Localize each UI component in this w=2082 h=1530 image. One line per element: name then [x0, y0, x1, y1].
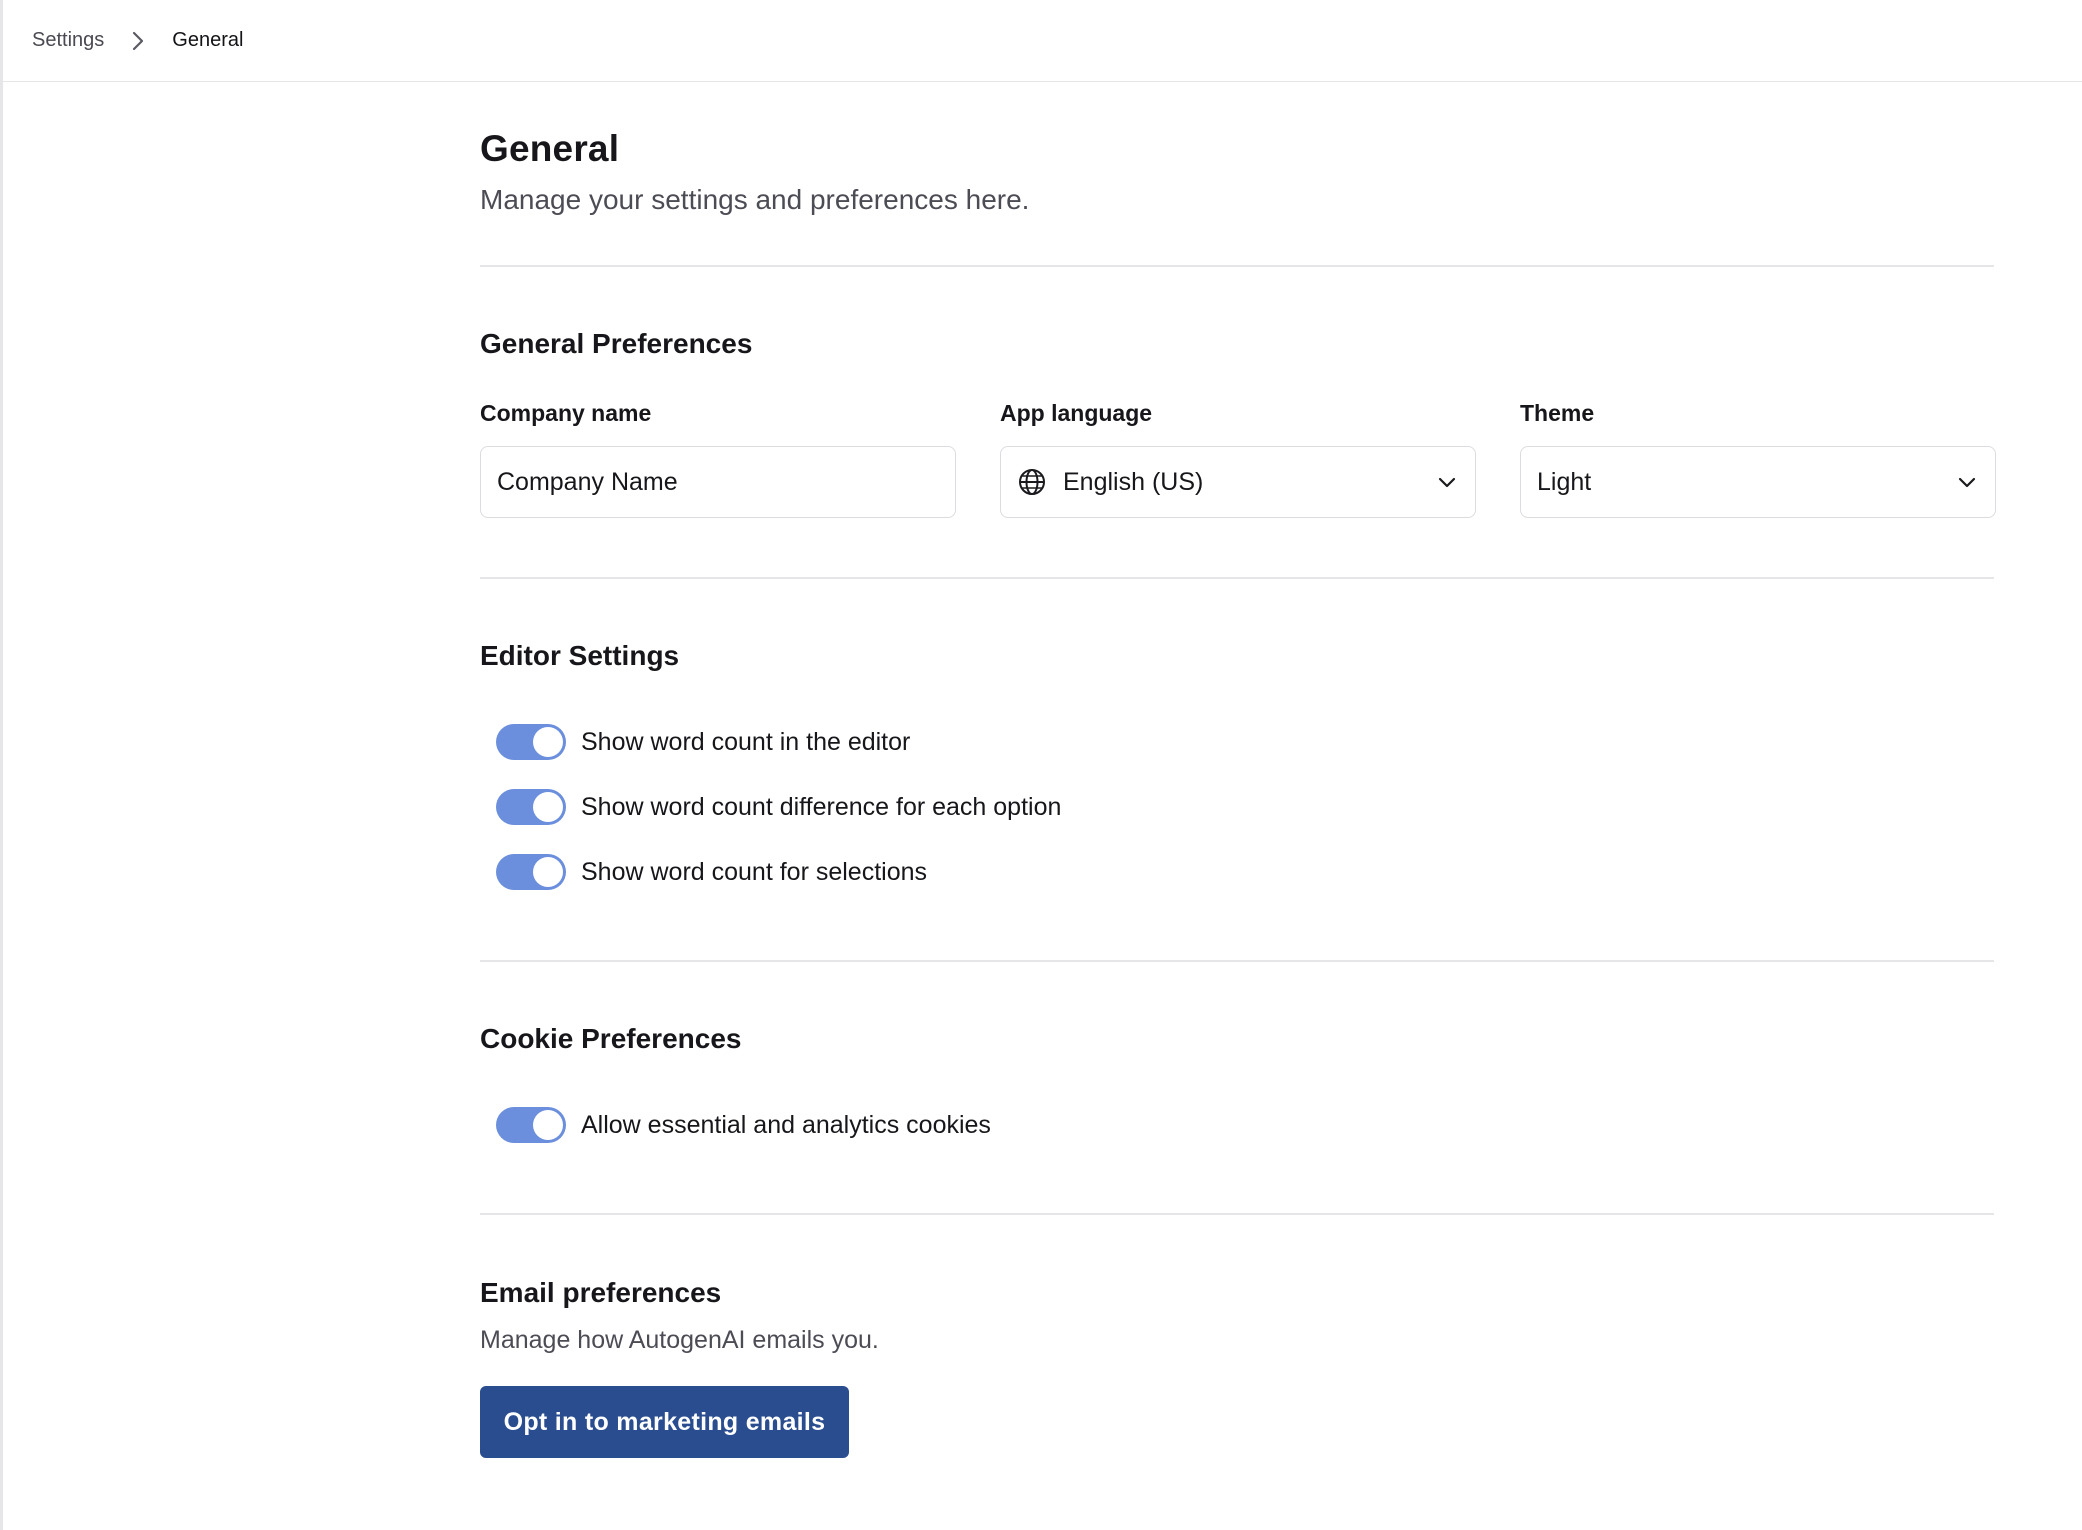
- chevron-right-icon: [126, 29, 150, 53]
- toggle-label: Show word count in the editor: [581, 727, 911, 756]
- chevron-down-icon: [1955, 470, 1979, 494]
- theme-label: Theme: [1520, 400, 1595, 426]
- toggle-knob: [533, 1110, 563, 1140]
- app-language-select[interactable]: English (US): [1000, 446, 1476, 518]
- toggle-knob: [533, 792, 563, 822]
- divider: [480, 960, 1994, 962]
- theme-value: Light: [1537, 467, 1592, 496]
- settings-app: Settings General General Manage your set…: [0, 0, 2082, 1530]
- word-count-editor-toggle[interactable]: [496, 724, 566, 760]
- breadcrumb: Settings General: [3, 0, 2082, 82]
- app-language-value: English (US): [1063, 467, 1204, 496]
- toggle-label: Show word count difference for each opti…: [581, 792, 1062, 821]
- section-title-general-preferences: General Preferences: [480, 328, 753, 359]
- divider: [480, 265, 1994, 267]
- theme-select[interactable]: Light: [1520, 446, 1996, 518]
- toggle-row-word-count-difference: Show word count difference for each opti…: [496, 788, 1061, 826]
- toggle-row-cookies: Allow essential and analytics cookies: [496, 1106, 991, 1144]
- divider: [480, 1213, 1994, 1215]
- breadcrumb-settings-link[interactable]: Settings: [32, 29, 104, 52]
- section-title-editor-settings: Editor Settings: [480, 640, 680, 671]
- breadcrumb-current: General: [172, 29, 244, 51]
- chevron-down-icon: [1435, 470, 1459, 494]
- toggle-row-word-count-selections: Show word count for selections: [496, 853, 927, 891]
- word-count-selections-toggle[interactable]: [496, 854, 566, 890]
- toggle-row-word-count-editor: Show word count in the editor: [496, 723, 910, 761]
- company-name-label: Company name: [480, 400, 652, 426]
- toggle-label: Show word count for selections: [581, 857, 928, 886]
- page-subtitle: Manage your settings and preferences her…: [480, 184, 1030, 215]
- word-count-difference-toggle[interactable]: [496, 789, 566, 825]
- divider: [480, 577, 1994, 579]
- toggle-knob: [533, 857, 563, 887]
- section-title-email-preferences: Email preferences: [480, 1277, 722, 1308]
- section-title-cookie-preferences: Cookie Preferences: [480, 1023, 742, 1054]
- toggle-knob: [533, 727, 563, 757]
- company-name-field[interactable]: [480, 446, 956, 518]
- page-title: General: [480, 128, 620, 169]
- globe-icon: [1017, 467, 1047, 497]
- cookies-toggle[interactable]: [496, 1107, 566, 1143]
- app-language-label: App language: [1000, 400, 1153, 426]
- company-name-input[interactable]: [497, 467, 939, 497]
- toggle-label: Allow essential and analytics cookies: [581, 1110, 991, 1139]
- email-preferences-description: Manage how AutogenAI emails you.: [480, 1326, 879, 1354]
- opt-in-marketing-emails-button[interactable]: Opt in to marketing emails: [480, 1386, 849, 1458]
